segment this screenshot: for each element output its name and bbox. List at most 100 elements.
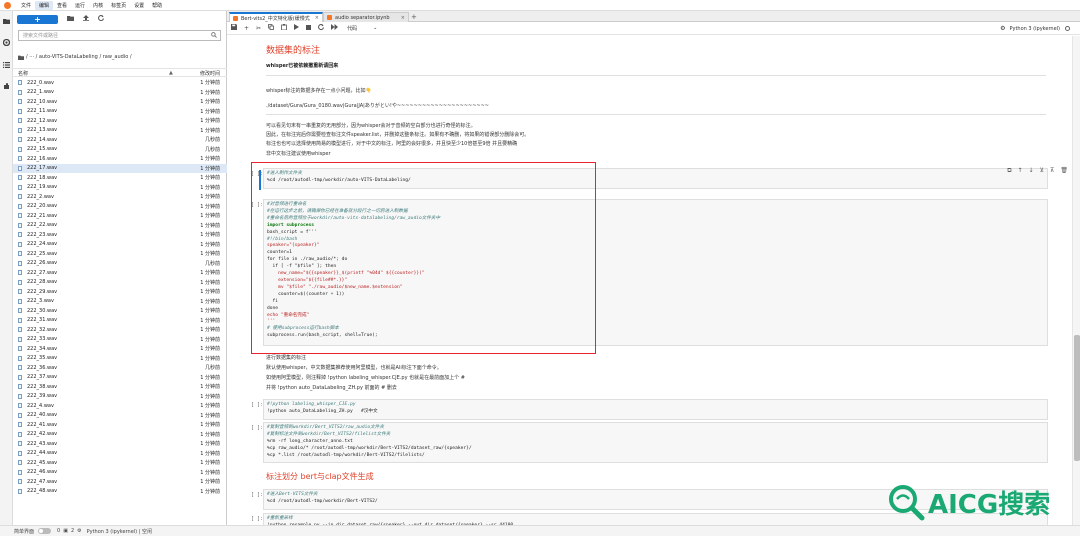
- file-list-item[interactable]: 222_3.wav 1 分钟前: [13, 297, 227, 307]
- root-folder-icon[interactable]: [18, 55, 24, 60]
- code-cell-labeling[interactable]: #!python labeling_whisper_CJE.py !python…: [263, 399, 1048, 420]
- file-list-item[interactable]: 222_47.wav 1 分钟前: [13, 477, 227, 487]
- scrollbar-thumb[interactable]: [1074, 335, 1080, 461]
- file-list-item[interactable]: 222_32.wav 1 分钟前: [13, 325, 227, 335]
- insert-below-icon[interactable]: ⊼: [1050, 167, 1054, 175]
- menu-run[interactable]: 运行: [71, 1, 89, 10]
- upload-icon[interactable]: [83, 15, 89, 23]
- file-list-item[interactable]: 222_33.wav 1 分钟前: [13, 335, 227, 345]
- file-list-item[interactable]: 222_27.wav 1 分钟前: [13, 268, 227, 278]
- file-list-item[interactable]: 222_20.wav 1 分钟前: [13, 202, 227, 212]
- file-list-item[interactable]: 222_39.wav 1 分钟前: [13, 392, 227, 402]
- file-list-item[interactable]: 222_4.wav 1 分钟前: [13, 401, 227, 411]
- file-list-item[interactable]: 222_11.wav 1 分钟前: [13, 107, 227, 117]
- file-list-item[interactable]: 222_24.wav 1 分钟前: [13, 240, 227, 250]
- file-list-item[interactable]: 222_37.wav 1 分钟前: [13, 373, 227, 383]
- menu-kernel[interactable]: 内核: [89, 1, 107, 10]
- menu-help[interactable]: 帮助: [148, 1, 166, 10]
- file-list-item[interactable]: 222_17.wav 1 分钟前: [13, 163, 227, 173]
- close-icon[interactable]: ×: [401, 15, 405, 21]
- settings-icon[interactable]: ⚙: [1000, 25, 1005, 32]
- file-list-item[interactable]: 222_35.wav 1 分钟前: [13, 354, 227, 364]
- breadcrumb[interactable]: / ··· / auto-VITS-DataLabeling / raw_aud…: [18, 54, 132, 60]
- code-cell-rename-audio[interactable]: #对音频进行重命名 #在运行这步之前，请确保你已经在准备就分段行之一切后进入制数…: [263, 199, 1048, 346]
- file-list-item[interactable]: 222_26.wav 几秒前: [13, 259, 227, 269]
- menu-edit[interactable]: 编辑: [35, 0, 54, 10]
- file-list-item[interactable]: 222_34.wav 1 分钟前: [13, 344, 227, 354]
- column-modified-header[interactable]: 修改时间: [200, 70, 220, 77]
- file-list-item[interactable]: 222_42.wav 1 分钟前: [13, 430, 227, 440]
- file-list-item[interactable]: 222_29.wav 1 分钟前: [13, 287, 227, 297]
- file-list-item[interactable]: 222_0.wav 1 分钟前: [13, 78, 227, 88]
- tab-bert-vits2-notebook[interactable]: Bert-vits2_中文特化版(缓慢式 ×: [229, 12, 323, 22]
- copy-icon[interactable]: [268, 24, 274, 32]
- file-list-item[interactable]: 222_10.wav 1 分钟前: [13, 97, 227, 107]
- file-list-item[interactable]: 222_30.wav 1 分钟前: [13, 306, 227, 316]
- simple-mode-toggle[interactable]: [38, 528, 52, 534]
- file-list-item[interactable]: 222_23.wav 1 分钟前: [13, 230, 227, 240]
- file-list-item[interactable]: 222_12.wav 1 分钟前: [13, 116, 227, 126]
- file-list-item[interactable]: 222_21.wav 1 分钟前: [13, 211, 227, 221]
- file-list-item[interactable]: 222_46.wav 1 分钟前: [13, 468, 227, 478]
- column-name-header[interactable]: 名称: [18, 70, 28, 77]
- save-icon[interactable]: [231, 24, 237, 32]
- file-list-item[interactable]: 222_1.wav 1 分钟前: [13, 88, 227, 98]
- file-list-item[interactable]: 222_13.wav 1 分钟前: [13, 126, 227, 136]
- running-icon[interactable]: [3, 39, 10, 46]
- file-list-item[interactable]: 222_28.wav 1 分钟前: [13, 278, 227, 288]
- cell-type-select[interactable]: 代码 ⌄: [347, 25, 377, 32]
- file-list-item[interactable]: 222_38.wav 1 分钟前: [13, 382, 227, 392]
- duplicate-cell-icon[interactable]: ⧉: [1007, 167, 1011, 175]
- cut-icon[interactable]: ✂: [256, 25, 261, 32]
- commands-icon[interactable]: [3, 61, 10, 68]
- file-list-item[interactable]: 222_43.wav 1 分钟前: [13, 439, 227, 449]
- file-list-item[interactable]: 222_2.wav 1 分钟前: [13, 192, 227, 202]
- paste-icon[interactable]: [281, 24, 287, 32]
- add-tab-icon[interactable]: +: [411, 13, 417, 21]
- file-list-item[interactable]: 222_25.wav 1 分钟前: [13, 249, 227, 259]
- insert-cell-icon[interactable]: +: [244, 25, 249, 32]
- code-editor[interactable]: #!python labeling_whisper_CJE.py !python…: [267, 402, 1044, 416]
- file-list-item[interactable]: 222_40.wav 1 分钟前: [13, 411, 227, 421]
- code-editor[interactable]: #进入制作文件夹 %cd /root/autodl-tmp/workdir/au…: [267, 171, 1044, 185]
- restart-icon[interactable]: [318, 24, 325, 32]
- file-list-item[interactable]: 222_44.wav 1 分钟前: [13, 449, 227, 459]
- file-list-item[interactable]: 222_16.wav 1 分钟前: [13, 154, 227, 164]
- file-list-item[interactable]: 222_15.wav 几秒前: [13, 145, 227, 155]
- file-list-item[interactable]: 222_19.wav 1 分钟前: [13, 183, 227, 193]
- code-cell-copy-files[interactable]: #复制音频到workdir/Bert_VITS2/raw_audio文件夹 #复…: [263, 422, 1048, 463]
- menu-file[interactable]: 文件: [17, 1, 35, 10]
- terminal-icon[interactable]: ▣: [63, 528, 68, 534]
- insert-above-icon[interactable]: ⊻: [1040, 167, 1044, 175]
- menu-tabs[interactable]: 标签页: [107, 1, 130, 10]
- move-down-icon[interactable]: ↓: [1029, 167, 1034, 175]
- fast-forward-icon[interactable]: [331, 24, 339, 32]
- delete-cell-icon[interactable]: 🗑: [1060, 167, 1068, 175]
- stop-icon[interactable]: [306, 24, 312, 32]
- menu-settings[interactable]: 设置: [130, 1, 148, 10]
- file-filter-input[interactable]: 搜索文件或路径: [18, 30, 221, 41]
- tab-audio-separator[interactable]: audio separator.ipynb ×: [323, 12, 409, 22]
- code-editor[interactable]: #复制音频到workdir/Bert_VITS2/raw_audio文件夹 #复…: [267, 425, 1044, 460]
- code-editor[interactable]: #对音频进行重命名 #在运行这步之前，请确保你已经在准备就分段行之一切后进入制数…: [267, 202, 1044, 340]
- kernel-indicator[interactable]: ⚙ Python 3 (ipykernel): [1000, 25, 1070, 32]
- run-icon[interactable]: [294, 24, 300, 32]
- file-list-item[interactable]: 222_14.wav 几秒前: [13, 135, 227, 145]
- extensions-icon[interactable]: [3, 83, 10, 90]
- file-list-item[interactable]: 222_31.wav 1 分钟前: [13, 316, 227, 326]
- scrollbar[interactable]: [1072, 36, 1080, 525]
- file-list-item[interactable]: 222_48.wav 1 分钟前: [13, 487, 227, 497]
- file-list-item[interactable]: 222_36.wav 几秒前: [13, 363, 227, 373]
- kernel-icon[interactable]: ⚙: [77, 528, 81, 534]
- code-cell-cd-datalabeling[interactable]: #进入制作文件夹 %cd /root/autodl-tmp/workdir/au…: [263, 168, 1048, 189]
- breadcrumb-path[interactable]: / ··· / auto-VITS-DataLabeling / raw_aud…: [26, 54, 132, 60]
- refresh-icon[interactable]: [98, 15, 104, 23]
- file-list-item[interactable]: 222_18.wav 1 分钟前: [13, 173, 227, 183]
- menu-view[interactable]: 查看: [53, 1, 71, 10]
- folder-icon[interactable]: [3, 17, 10, 24]
- file-list-item[interactable]: 222_41.wav 1 分钟前: [13, 420, 227, 430]
- close-icon[interactable]: ×: [315, 15, 319, 21]
- new-folder-icon[interactable]: [67, 15, 74, 23]
- sort-caret-icon[interactable]: ▲: [169, 70, 173, 76]
- file-list-item[interactable]: 222_22.wav 1 分钟前: [13, 221, 227, 231]
